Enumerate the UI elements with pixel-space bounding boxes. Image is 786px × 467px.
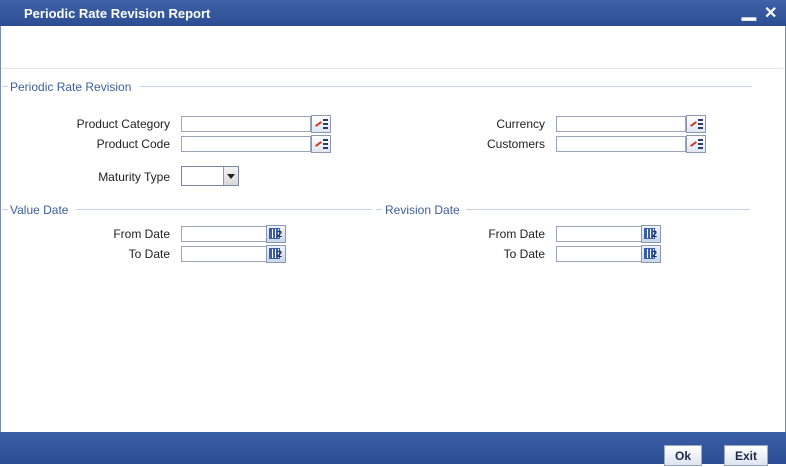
exit-button[interactable]: Exit — [724, 445, 768, 466]
revision-from-date-field[interactable] — [556, 226, 642, 242]
customers-lov-icon[interactable] — [686, 135, 706, 153]
currency-lov-icon[interactable] — [686, 115, 706, 133]
value-from-calendar-icon[interactable]: 2 — [266, 225, 286, 243]
product-category-field[interactable] — [181, 116, 311, 132]
maturity-type-label: Maturity Type — [98, 170, 170, 184]
section-divider — [376, 209, 382, 210]
revision-from-calendar-icon[interactable]: 2 — [641, 225, 661, 243]
revision-to-calendar-icon[interactable]: 2 — [641, 245, 661, 263]
section-title-revision-date: Revision Date — [385, 203, 460, 217]
value-to-date-field[interactable] — [181, 246, 267, 262]
product-code-label: Product Code — [96, 137, 170, 151]
revision-from-date-label: From Date — [488, 227, 545, 241]
section-divider — [2, 209, 8, 210]
maturity-type-select[interactable] — [181, 166, 239, 186]
section-divider — [140, 86, 752, 87]
product-category-label: Product Category — [76, 117, 170, 131]
value-to-date-label: To Date — [128, 247, 170, 261]
section-title-periodic: Periodic Rate Revision — [10, 80, 132, 94]
section-divider — [466, 209, 750, 210]
product-code-field[interactable] — [181, 136, 311, 152]
revision-to-date-field[interactable] — [556, 246, 642, 262]
currency-label: Currency — [496, 117, 545, 131]
revision-to-date-label: To Date — [503, 247, 545, 261]
value-to-calendar-icon[interactable]: 2 — [266, 245, 286, 263]
title-bar: Periodic Rate Revision Report ▁ ✕ — [0, 0, 786, 26]
minimize-icon[interactable]: ▁ — [742, 0, 756, 21]
window-title: Periodic Rate Revision Report — [24, 6, 211, 21]
product-category-lov-icon[interactable] — [311, 115, 331, 133]
section-divider — [76, 209, 372, 210]
section-divider — [2, 86, 8, 87]
customers-field[interactable] — [556, 136, 686, 152]
ok-button[interactable]: Ok — [664, 445, 702, 466]
product-code-lov-icon[interactable] — [311, 135, 331, 153]
close-icon[interactable]: ✕ — [764, 3, 777, 23]
toolbar-strip — [1, 26, 783, 69]
chevron-down-icon[interactable] — [223, 167, 238, 185]
value-from-date-label: From Date — [113, 227, 170, 241]
section-title-value-date: Value Date — [10, 203, 69, 217]
value-from-date-field[interactable] — [181, 226, 267, 242]
customers-label: Customers — [486, 137, 545, 151]
currency-field[interactable] — [556, 116, 686, 132]
